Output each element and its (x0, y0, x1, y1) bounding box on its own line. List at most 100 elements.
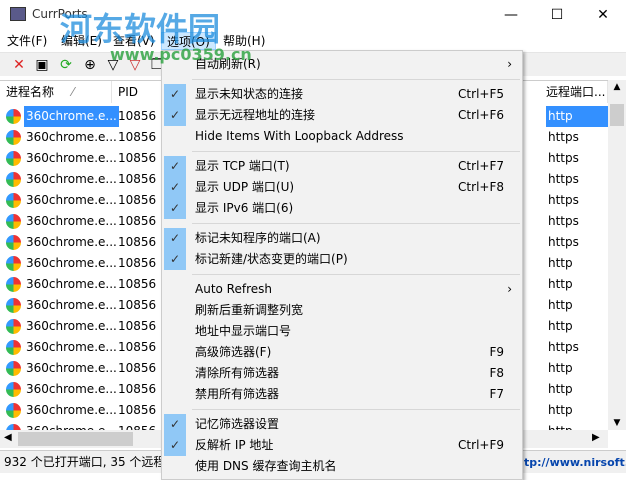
maximize-button[interactable]: ☐ (534, 0, 580, 30)
process-name: 360chrome.e... (26, 403, 117, 417)
menu-item-shortcut: Ctrl+F5 (458, 87, 504, 101)
hscroll-thumb[interactable] (18, 432, 133, 446)
menu-item[interactable]: ✓ 记忆筛选器设置 (162, 414, 522, 435)
process-icon (6, 382, 21, 397)
pid: 10856 (118, 214, 157, 228)
process-icon (6, 361, 21, 376)
vertical-scrollbar[interactable]: ▲ ▼ (608, 80, 626, 430)
pid: 10856 (118, 109, 157, 123)
menu-item[interactable]: Auto Refresh › (162, 279, 522, 300)
column-remote-port[interactable]: 远程端口... (540, 81, 608, 103)
menu-help[interactable]: 帮助(H) (218, 32, 270, 50)
close-connection-icon[interactable]: ✕ (10, 56, 28, 74)
remote-port: https (548, 340, 579, 354)
process-icon (6, 193, 21, 208)
menu-edit[interactable]: 编辑(E) (56, 32, 107, 50)
pid: 10856 (118, 256, 157, 270)
window-title: CurrPorts (32, 7, 88, 21)
column-process-name[interactable]: 进程名称 ⁄ (0, 81, 112, 103)
remote-port: http (546, 106, 608, 127)
process-icon (6, 235, 21, 250)
menu-item[interactable]: ✓ 显示无远程地址的连接 Ctrl+F6 (162, 105, 522, 126)
remote-port: http (548, 319, 573, 333)
checkmark-icon: ✓ (164, 156, 186, 177)
menu-separator (192, 274, 520, 275)
menu-item-label: 清除所有筛选器 (195, 366, 280, 380)
process-name: 360chrome.e... (26, 172, 117, 186)
pid: 10856 (118, 193, 157, 207)
menu-item-label: Hide Items With Loopback Address (195, 129, 404, 143)
menu-file[interactable]: 文件(F) (2, 32, 52, 50)
clear-filter-icon[interactable]: ▽ (126, 56, 144, 74)
remote-port: http (548, 277, 573, 291)
close-button[interactable]: ✕ (580, 0, 626, 30)
scroll-left-icon[interactable]: ◀ (4, 432, 12, 443)
remote-port: https (548, 130, 579, 144)
remote-port: https (548, 214, 579, 228)
menu-item[interactable]: ✓ 标记新建/状态变更的端口(P) (162, 249, 522, 270)
menu-item-shortcut: Ctrl+F8 (458, 180, 504, 194)
remote-port: http (548, 256, 573, 270)
menu-item[interactable]: ✓ 显示 TCP 端口(T) Ctrl+F7 (162, 156, 522, 177)
menu-item[interactable]: 使用 DNS 缓存查询主机名 (162, 456, 522, 477)
menu-item-label: 显示 TCP 端口(T) (195, 159, 290, 173)
remote-port: https (548, 193, 579, 207)
menu-item-label: 刷新后重新调整列宽 (195, 303, 304, 317)
menu-item-label: 标记未知程序的端口(A) (195, 231, 321, 245)
process-icon (6, 319, 21, 334)
menu-item[interactable]: ✓ 显示 IPv6 端口(6) (162, 198, 522, 219)
process-name: 360chrome.e... (26, 214, 117, 228)
pid: 10856 (118, 319, 157, 333)
process-name: 360chrome.e... (26, 130, 117, 144)
checkmark-icon: ✓ (164, 228, 186, 249)
scroll-right-icon[interactable]: ▶ (592, 432, 600, 443)
refresh-icon[interactable]: ⟳ (57, 56, 75, 74)
remote-port: http (548, 382, 573, 396)
menu-item[interactable]: 高级筛选器(F) F9 (162, 342, 522, 363)
menu-item[interactable]: Hide Items With Loopback Address (162, 126, 522, 147)
submenu-arrow-icon: › (507, 282, 512, 296)
minimize-button[interactable]: — (488, 0, 534, 30)
process-name: 360chrome.e... (26, 151, 117, 165)
process-name: 360chrome.e... (26, 298, 117, 312)
menu-separator (192, 223, 520, 224)
menu-item-label: 显示 IPv6 端口(6) (195, 201, 294, 215)
menu-view[interactable]: 查看(V) (108, 32, 160, 50)
menu-item[interactable]: 自动刷新(R) › (162, 54, 522, 75)
scroll-up-icon[interactable]: ▲ (608, 82, 626, 92)
checkmark-icon: ✓ (164, 198, 186, 219)
scroll-thumb[interactable] (610, 104, 624, 126)
pid: 10856 (118, 298, 157, 312)
checkmark-icon: ✓ (164, 84, 186, 105)
menu-item[interactable]: ✓ 显示未知状态的连接 Ctrl+F5 (162, 84, 522, 105)
menu-item-shortcut: F7 (489, 387, 504, 401)
process-name: 360chrome.e... (26, 235, 117, 249)
menu-options[interactable]: 选项(O) (161, 32, 216, 50)
remote-port: http (546, 421, 608, 430)
scroll-down-icon[interactable]: ▼ (608, 418, 626, 428)
menu-item[interactable]: ✓ 标记未知程序的端口(A) (162, 228, 522, 249)
process-icon (6, 277, 21, 292)
menu-item[interactable]: ✓ 反解析 IP 地址 Ctrl+F9 (162, 435, 522, 456)
process-icon (6, 340, 21, 355)
remote-port: https (548, 235, 579, 249)
process-name: 360chrome.e... (26, 382, 117, 396)
menu-item[interactable]: 清除所有筛选器 F8 (162, 363, 522, 384)
process-name: 360chrome.e... (24, 421, 119, 430)
menu-item[interactable]: ✓ 显示 UDP 端口(U) Ctrl+F8 (162, 177, 522, 198)
save-icon[interactable]: ▣ (33, 56, 51, 74)
pid: 10856 (118, 340, 157, 354)
menu-item[interactable]: 地址中显示端口号 (162, 321, 522, 342)
process-name: 360chrome.e... (26, 256, 117, 270)
menu-item-label: Auto Refresh (195, 282, 272, 296)
nirsoft-link[interactable]: tp://www.nirsoft.ne (524, 451, 626, 474)
menu-item[interactable]: 禁用所有筛选器 F7 (162, 384, 522, 405)
menu-item-label: 显示 UDP 端口(U) (195, 180, 295, 194)
checkmark-icon: ✓ (164, 435, 186, 456)
process-icon (6, 403, 21, 418)
menu-item-shortcut: Ctrl+F9 (458, 438, 504, 452)
filter-icon[interactable]: ▽ (104, 56, 122, 74)
menu-item[interactable]: 刷新后重新调整列宽 (162, 300, 522, 321)
process-icon (6, 151, 21, 166)
properties-icon[interactable]: ⊕ (81, 56, 99, 74)
